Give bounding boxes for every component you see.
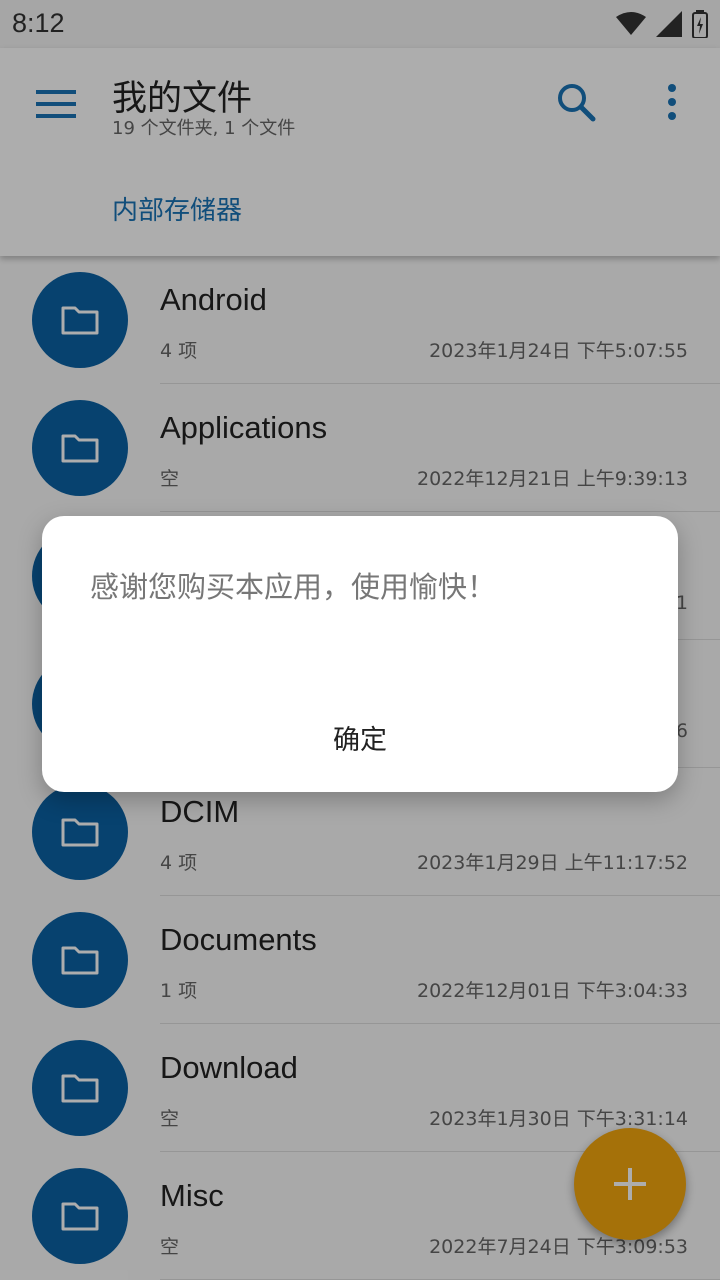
confirm-button[interactable]: 确定 <box>42 718 678 757</box>
dialog-message: 感谢您购买本应用，使用愉快！ <box>90 570 497 604</box>
thank-you-dialog: 感谢您购买本应用，使用愉快！ 确定 <box>42 516 678 792</box>
